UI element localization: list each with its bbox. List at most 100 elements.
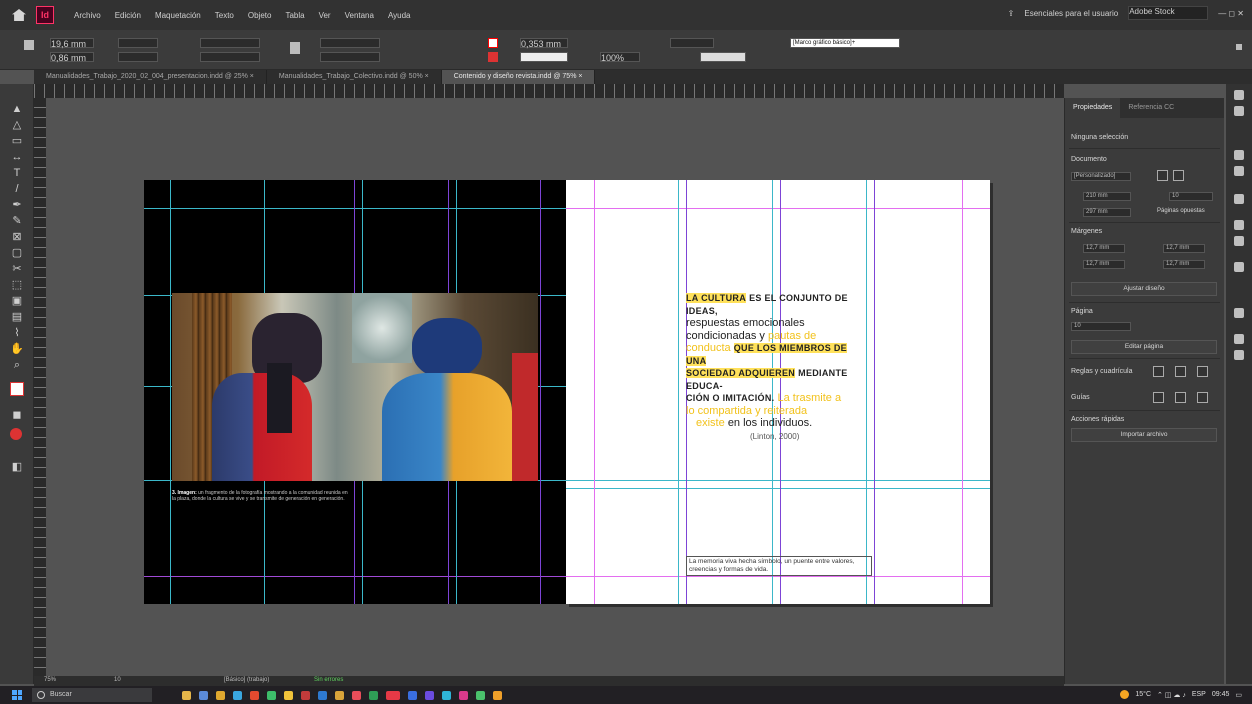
scale-y-field[interactable] (200, 52, 260, 62)
lock-guides-icon[interactable] (1197, 392, 1208, 403)
preset-select[interactable]: [Personalizado] (1071, 172, 1131, 181)
import-file-button[interactable]: Importar archivo (1071, 428, 1217, 442)
taskbar-app-icon[interactable] (425, 690, 434, 700)
effects-field[interactable] (700, 52, 746, 62)
paragraph-panel-icon[interactable] (1234, 334, 1244, 344)
windows-start-icon[interactable] (12, 690, 22, 700)
tab-doc-1[interactable]: Manualidades_Trabajo_2020_02_004_present… (34, 70, 267, 84)
rotate-field[interactable] (320, 38, 380, 48)
stroke-weight-field[interactable]: 0,353 mm (520, 38, 568, 49)
taskbar-app-icon[interactable] (233, 690, 242, 700)
taskbar-app-icon[interactable] (267, 690, 276, 700)
zoom-status[interactable]: 75% (44, 677, 56, 683)
pen-tool-icon[interactable]: ✒ (10, 198, 24, 212)
reference-point-icon[interactable] (24, 40, 34, 50)
rectangle-frame-icon[interactable]: ⊠ (10, 230, 24, 244)
menu-layout[interactable]: Maquetación (155, 11, 201, 20)
panel-menu-icon[interactable] (1236, 44, 1242, 50)
taskbar-app-icon[interactable] (318, 690, 327, 700)
menu-object[interactable]: Objeto (248, 11, 272, 20)
workspace-switcher[interactable]: Esenciales para el usuario (1024, 9, 1118, 18)
swatches-panel-icon[interactable] (1234, 194, 1244, 204)
preflight-profile[interactable]: [Básico] (trabajo) (224, 677, 269, 683)
free-transform-icon[interactable]: ⬚ (10, 278, 24, 292)
footnote-frame[interactable]: La memoria viva hecha símbolo, un puente… (686, 556, 872, 576)
color-panel-icon[interactable] (1234, 166, 1244, 176)
clock[interactable]: 09:45 (1212, 691, 1230, 698)
fill-stroke-icon[interactable] (10, 382, 24, 396)
apply-color-icon[interactable]: ◼ (10, 408, 24, 422)
taskbar-app-icon[interactable] (386, 690, 400, 700)
page-width-field[interactable]: 210 mm (1083, 192, 1131, 201)
tab-doc-active[interactable]: Contenido y diseño revista.indd @ 75% × (441, 70, 596, 84)
taskbar-app-icon[interactable] (199, 690, 208, 700)
vertical-ruler[interactable] (34, 98, 46, 678)
y-field[interactable]: 0,86 mm (50, 52, 94, 63)
page-tool-icon[interactable]: ▭ (10, 134, 24, 148)
menu-type[interactable]: Texto (215, 11, 234, 20)
tab-doc-2[interactable]: Manualidades_Trabajo_Colectivo.indd @ 50… (267, 70, 442, 84)
horizontal-ruler[interactable] (34, 84, 1064, 98)
menu-edit[interactable]: Edición (115, 11, 141, 20)
taskbar-app-icon[interactable] (369, 690, 378, 700)
menu-table[interactable]: Tabla (285, 11, 304, 20)
quote-text-frame[interactable]: LA CULTURA ES EL CONJUNTO DE IDEAS, resp… (686, 292, 870, 430)
taskbar-app-icon[interactable] (182, 690, 191, 700)
cc-libraries-icon[interactable] (1234, 220, 1244, 230)
pages-count-field[interactable]: 10 (1169, 192, 1213, 201)
taskbar-app-icon[interactable] (459, 690, 468, 700)
menu-file[interactable]: Archivo (74, 11, 101, 20)
stroke-type-select[interactable] (520, 52, 568, 62)
taskbar-app-icon[interactable] (284, 690, 293, 700)
fill-swatch-icon[interactable] (488, 38, 498, 48)
eyedropper-icon[interactable]: ⌇ (10, 326, 24, 340)
left-page[interactable]: 3. Imagen: un fragmento de la fotografía… (144, 180, 566, 604)
taskbar-app-icon[interactable] (408, 690, 417, 700)
height-field[interactable] (118, 52, 158, 62)
taskbar-search[interactable]: Buscar (32, 688, 152, 702)
scissors-icon[interactable]: ✂ (10, 262, 24, 276)
stock-search-input[interactable]: Adobe Stock (1128, 6, 1209, 20)
links-panel-icon[interactable] (1234, 236, 1244, 246)
selection-tool-icon[interactable]: ▲ (10, 102, 24, 116)
window-controls[interactable]: — ◻ ✕ (1218, 9, 1244, 18)
taskbar-app-icon[interactable] (335, 690, 344, 700)
stroke-panel-icon[interactable] (1234, 150, 1244, 160)
facing-pages-checkbox[interactable]: Páginas opuestas (1157, 208, 1205, 214)
gap-tool-icon[interactable]: ↔ (10, 150, 24, 164)
notification-icon[interactable]: ▭ (1235, 691, 1242, 699)
tab-cc-libraries[interactable]: Referencia CC (1120, 98, 1182, 118)
margin-left-field[interactable]: 12,7 mm (1163, 244, 1205, 253)
portrait-icon[interactable] (1157, 170, 1168, 181)
menu-view[interactable]: Ver (319, 11, 331, 20)
line-tool-icon[interactable]: / (10, 182, 24, 196)
note-tool-icon[interactable]: ▤ (10, 310, 24, 324)
ai-panel-icon[interactable] (1234, 308, 1244, 318)
opacity-field[interactable] (670, 38, 714, 48)
shear-field[interactable] (320, 52, 380, 62)
screen-mode-icon[interactable]: ◧ (10, 460, 24, 474)
right-page[interactable]: LA CULTURA ES EL CONJUNTO DE IDEAS, resp… (566, 180, 990, 604)
citation[interactable]: (Linton, 2000) (750, 432, 799, 441)
layers-panel-icon[interactable] (1234, 106, 1244, 116)
grid-icon[interactable] (1175, 366, 1186, 377)
home-icon[interactable] (12, 9, 26, 21)
share-icon[interactable]: ⇪ (1008, 9, 1015, 18)
stroke-swatch-icon[interactable] (488, 52, 498, 62)
constrain-icon[interactable] (290, 42, 300, 54)
tray-icons[interactable]: ⌃ ◫ ☁ ♪ (1157, 691, 1186, 699)
language-indicator[interactable]: ESP (1192, 691, 1206, 698)
weather-icon[interactable] (1120, 690, 1130, 699)
tab-properties[interactable]: Propiedades (1065, 98, 1121, 118)
margin-right-field[interactable]: 12,7 mm (1163, 260, 1205, 269)
menu-window[interactable]: Ventana (345, 11, 374, 20)
page-height-field[interactable]: 297 mm (1083, 208, 1131, 217)
margin-bottom-field[interactable]: 12,7 mm (1083, 260, 1125, 269)
taskbar-app-icon[interactable] (476, 690, 485, 700)
hand-tool-icon[interactable]: ✋ (10, 342, 24, 356)
margin-top-field[interactable]: 12,7 mm (1083, 244, 1125, 253)
wrap-panel-icon[interactable] (1234, 262, 1244, 272)
taskbar-app-icon[interactable] (216, 690, 225, 700)
width-field[interactable] (118, 38, 158, 48)
zoom-field[interactable]: 100% (600, 52, 640, 63)
